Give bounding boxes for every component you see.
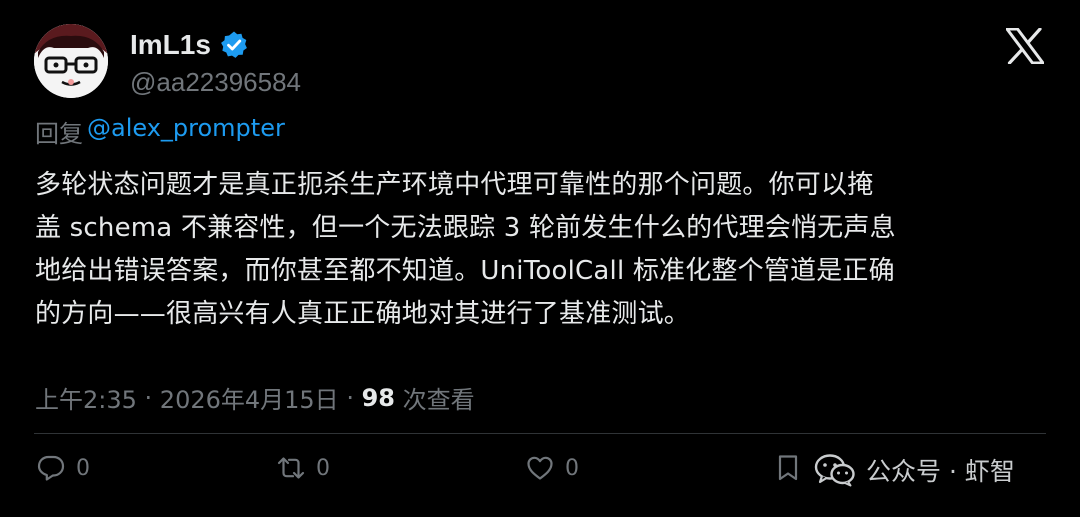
tweet-meta: 上午2:35 · 2026年4月15日 · 98 次查看 [35, 380, 475, 415]
tweet-text-line: 盖 schema 不兼容性，但一个无法跟踪 3 轮前发生什么的代理会悄无声息 [35, 213, 896, 243]
author-display-name[interactable]: ImL1s [130, 29, 211, 61]
retweet-count: 0 [316, 455, 330, 481]
retweet-button[interactable]: 0 [276, 452, 330, 484]
verified-badge-icon [219, 30, 249, 60]
avatar[interactable] [34, 24, 108, 98]
heart-icon [527, 456, 553, 480]
tweet-text: 多轮状态问题才是真正扼杀生产环境中代理可靠性的那个问题。你可以掩 盖 schem… [35, 164, 1045, 336]
meta-separator: · [136, 383, 160, 412]
author-name-row: ImL1s [130, 28, 249, 62]
reply-prefix: 回复 [35, 120, 83, 148]
bookmark-icon [778, 455, 798, 481]
like-count: 0 [565, 455, 579, 481]
divider [34, 433, 1046, 434]
tweet-time[interactable]: 上午2:35 [35, 380, 137, 415]
x-logo-icon[interactable] [1005, 27, 1045, 65]
tweet-text-line: 的方向——很高兴有人真正正确地对其进行了基准测试。 [35, 299, 691, 329]
watermark-text: 公众号 · 虾智 [866, 457, 1015, 486]
tweet-date[interactable]: 2026年4月15日 [160, 380, 339, 415]
tweet-text-line: 地给出错误答案，而你甚至都不知道。UniToolCall 标准化整个管道是正确 [35, 256, 895, 286]
wechat-icon [814, 454, 855, 487]
reply-mention-link[interactable]: @alex_prompter [87, 114, 285, 149]
reply-to-line: 回复 @alex_prompter [35, 114, 285, 149]
tweet-text-line: 多轮状态问题才是真正扼杀生产环境中代理可靠性的那个问题。你可以掩 [35, 170, 874, 200]
wechat-watermark: 公众号 · 虾智 [814, 450, 1015, 490]
avatar-image [34, 24, 108, 98]
views-label: 次查看 [394, 386, 475, 414]
views-count: 98 [361, 383, 395, 412]
bookmark-button[interactable] [773, 452, 813, 484]
author-handle[interactable]: @aa22396584 [130, 67, 301, 98]
retweet-icon [277, 457, 305, 479]
reply-icon [37, 455, 65, 481]
meta-separator: · [338, 383, 362, 412]
like-button[interactable]: 0 [525, 452, 579, 484]
reply-count: 0 [76, 455, 90, 481]
reply-button[interactable]: 0 [36, 452, 90, 484]
